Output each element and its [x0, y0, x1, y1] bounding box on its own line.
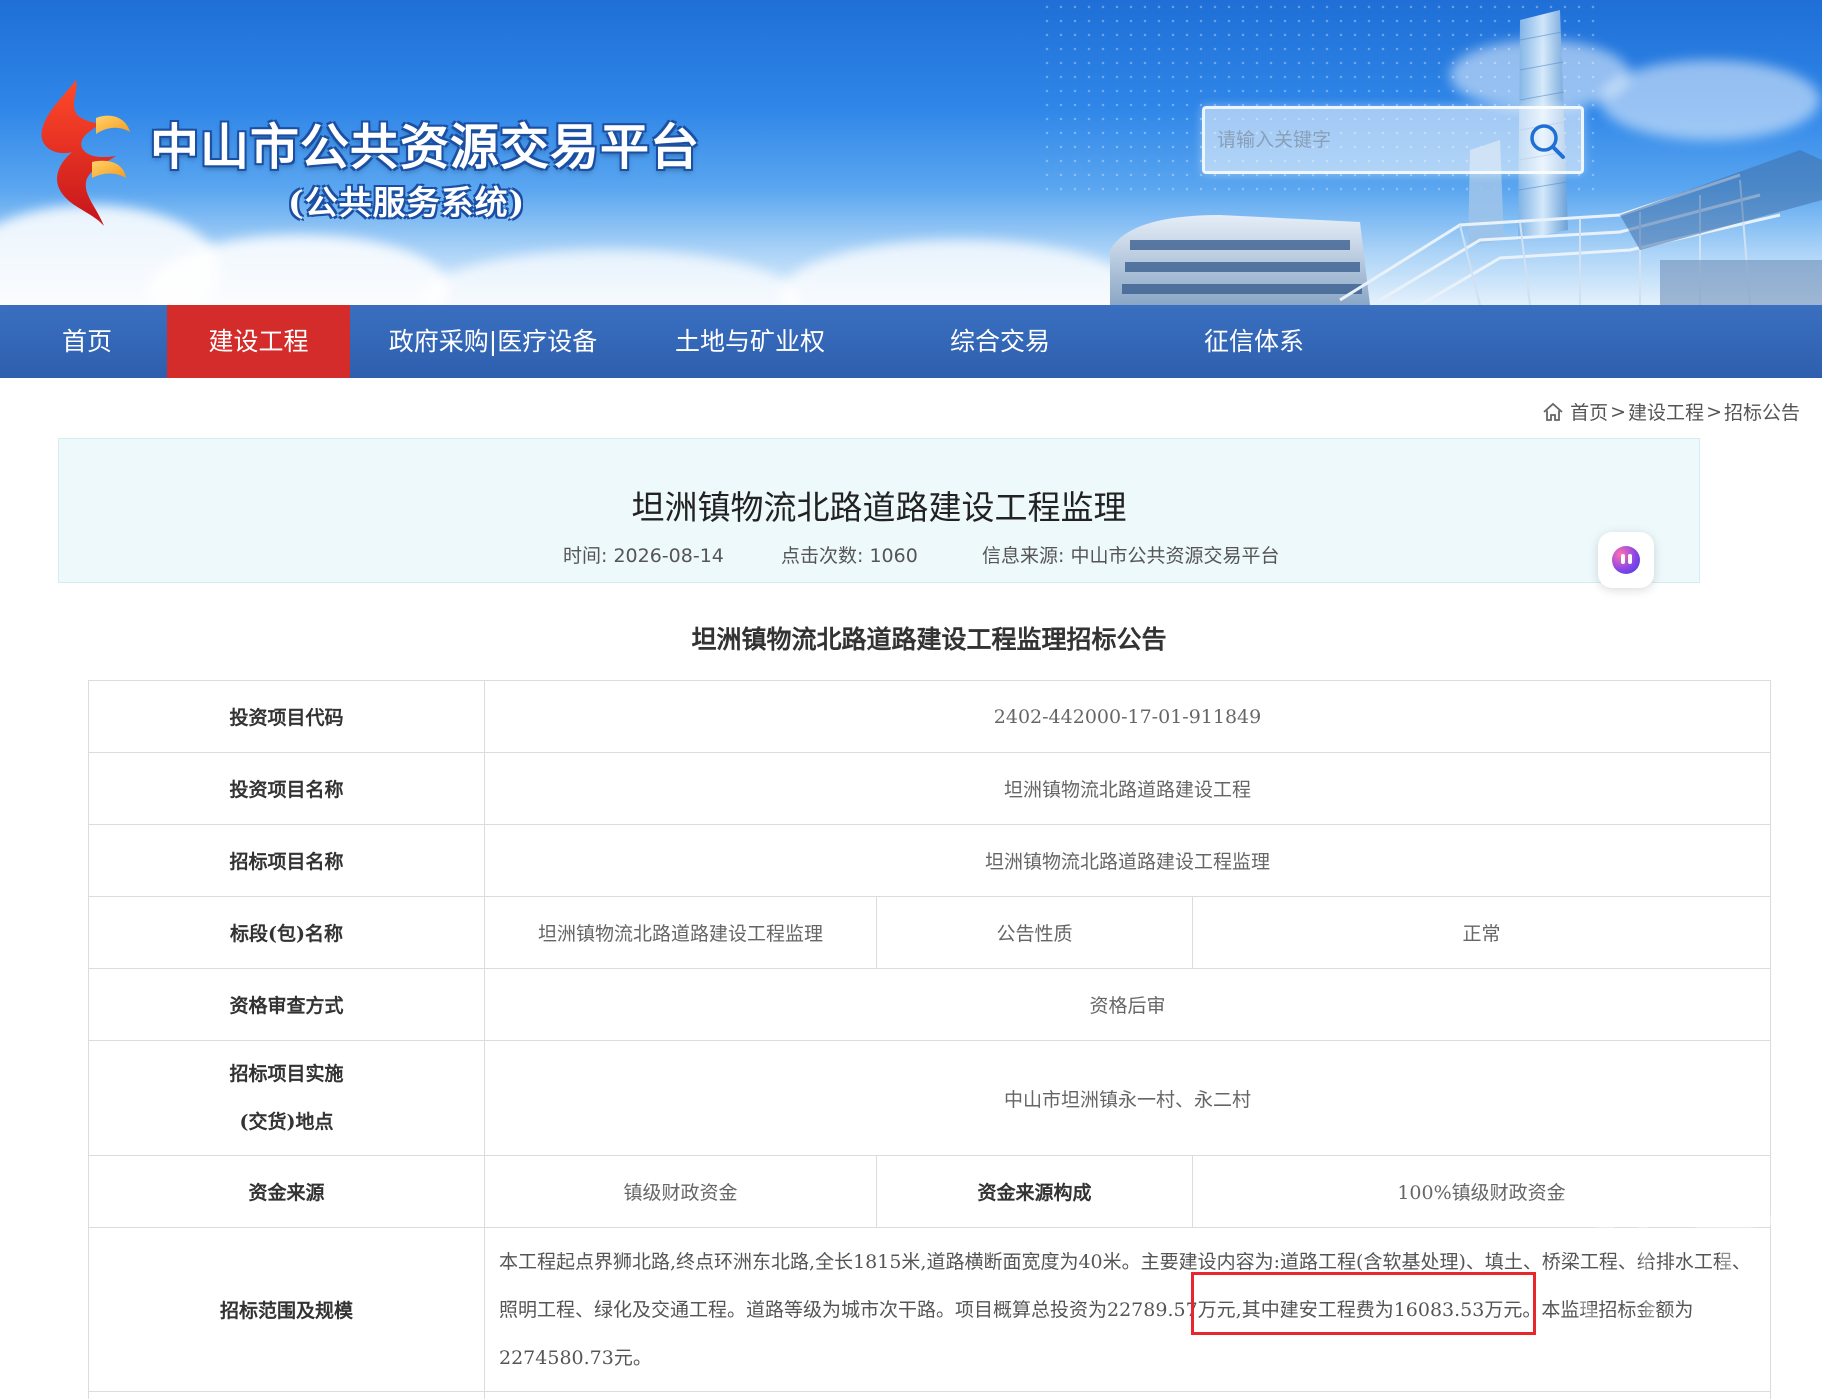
- time-label: 时间:: [563, 545, 608, 567]
- section-label: 标段(包)名称: [88, 896, 485, 969]
- location-label: 招标项目实施 (交货)地点: [88, 1040, 485, 1156]
- platform-logo: [41, 80, 130, 226]
- nav-item-land-mining[interactable]: 土地与矿业权: [660, 305, 840, 378]
- scope-value: 本工程起点界狮北路,终点环洲东北路,全长1815米,道路横断面宽度为40米。主要…: [483, 1227, 1772, 1392]
- table-row: [88, 1391, 1772, 1399]
- scope-label: 招标范围及规模: [88, 1227, 485, 1392]
- main-nav: 首页 建设工程 政府采购|医疗设备 土地与矿业权 综合交易 征信体系: [0, 305, 1822, 378]
- nav-item-home[interactable]: 首页: [30, 305, 144, 378]
- search-icon[interactable]: [1527, 121, 1567, 161]
- table-row: 投资项目代码 2402-442000-17-01-911849: [88, 680, 1772, 753]
- funding-value: 镇级财政资金: [484, 1155, 877, 1228]
- breadcrumb: 首页 > 建设工程 > 招标公告: [1542, 398, 1800, 425]
- article-source: 信息来源: 中山市公共资源交易平台: [982, 541, 1279, 568]
- time-value: 2026-08-14: [613, 545, 724, 567]
- section-value: 坦洲镇物流北路道路建设工程监理: [484, 896, 877, 969]
- table-row: 招标项目名称 坦洲镇物流北路道路建设工程监理: [88, 824, 1772, 897]
- location-value: 中山市坦洲镇永一村、永二村: [483, 1040, 1772, 1156]
- home-icon: [1543, 402, 1563, 421]
- article-title: 坦洲镇物流北路道路建设工程监理: [631, 488, 1127, 527]
- assistant-orb-icon: [1612, 546, 1640, 574]
- nav-item-comprehensive[interactable]: 综合交易: [910, 305, 1090, 378]
- header-banner: 中山市公共资源交易平台 (公共服务系统): [0, 0, 1822, 305]
- site-title: 中山市公共资源交易平台: [150, 118, 701, 176]
- funding-composition-label: 资金来源构成: [876, 1155, 1193, 1228]
- nav-item-credit[interactable]: 征信体系: [1164, 305, 1344, 378]
- project-code-value: 2402-442000-17-01-911849: [483, 680, 1772, 753]
- notice-table: 投资项目代码 2402-442000-17-01-911849 投资项目名称 坦…: [88, 680, 1772, 1399]
- table-row: 招标范围及规模 本工程起点界狮北路,终点环洲东北路,全长1815米,道路横断面宽…: [88, 1227, 1772, 1392]
- banner-cloud: [420, 250, 800, 305]
- notice-nature-label: 公告性质: [876, 896, 1193, 969]
- clicks-value: 1060: [869, 545, 918, 567]
- clicks-label: 点击次数:: [781, 545, 864, 567]
- table-row: 标段(包)名称 坦洲镇物流北路道路建设工程监理 公告性质 正常: [88, 896, 1772, 969]
- article-clicks: 点击次数: 1060: [781, 541, 918, 568]
- project-name-label: 投资项目名称: [88, 752, 485, 825]
- funding-label: 资金来源: [88, 1155, 485, 1228]
- qualification-label: 资格审查方式: [88, 968, 485, 1041]
- breadcrumb-home[interactable]: 首页: [1570, 398, 1608, 425]
- funding-composition-value: 100%镇级财政资金: [1191, 1155, 1772, 1228]
- location-label-line1: 招标项目实施: [229, 1063, 344, 1085]
- location-label-line2: (交货)地点: [239, 1111, 334, 1133]
- article-time: 时间: 2026-08-14: [563, 541, 724, 568]
- tender-name-value: 坦洲镇物流北路道路建设工程监理: [483, 824, 1772, 897]
- site-subtitle: (公共服务系统): [288, 183, 526, 222]
- table-cell: [483, 1391, 1772, 1399]
- nav-item-procurement[interactable]: 政府采购|医疗设备: [370, 305, 616, 378]
- nav-item-construction[interactable]: 建设工程: [167, 305, 350, 378]
- qualification-value: 资格后审: [483, 968, 1772, 1041]
- breadcrumb-separator: >: [1610, 400, 1627, 423]
- article-header-card: 坦洲镇物流北路道路建设工程监理 时间: 2026-08-14 点击次数: 106…: [58, 438, 1700, 583]
- table-row: 资金来源 镇级财政资金 资金来源构成 100%镇级财政资金: [88, 1155, 1772, 1228]
- notice-nature-value: 正常: [1191, 896, 1772, 969]
- table-row: 投资项目名称 坦洲镇物流北路道路建设工程: [88, 752, 1772, 825]
- source-label: 信息来源:: [982, 545, 1065, 567]
- table-row: 招标项目实施 (交货)地点 中山市坦洲镇永一村、永二村: [88, 1040, 1772, 1156]
- project-code-label: 投资项目代码: [88, 680, 485, 753]
- assistant-float-button[interactable]: [1598, 532, 1654, 588]
- project-name-value: 坦洲镇物流北路道路建设工程: [483, 752, 1772, 825]
- breadcrumb-separator: >: [1706, 400, 1722, 423]
- table-row: 资格审查方式 资格后审: [88, 968, 1772, 1041]
- table-cell: [88, 1391, 485, 1399]
- notice-title: 坦洲镇物流北路道路建设工程监理招标公告: [691, 625, 1167, 654]
- breadcrumb-tender-notice[interactable]: 招标公告: [1724, 398, 1800, 425]
- source-value: 中山市公共资源交易平台: [1070, 545, 1280, 567]
- breadcrumb-construction[interactable]: 建设工程: [1628, 398, 1704, 425]
- banner-cloud: [780, 240, 1140, 305]
- tender-name-label: 招标项目名称: [88, 824, 485, 897]
- search-input[interactable]: [1217, 119, 1517, 161]
- search-box: [1202, 106, 1584, 174]
- assistant-eye-icon: [1628, 554, 1632, 564]
- assistant-eye-icon: [1621, 554, 1625, 564]
